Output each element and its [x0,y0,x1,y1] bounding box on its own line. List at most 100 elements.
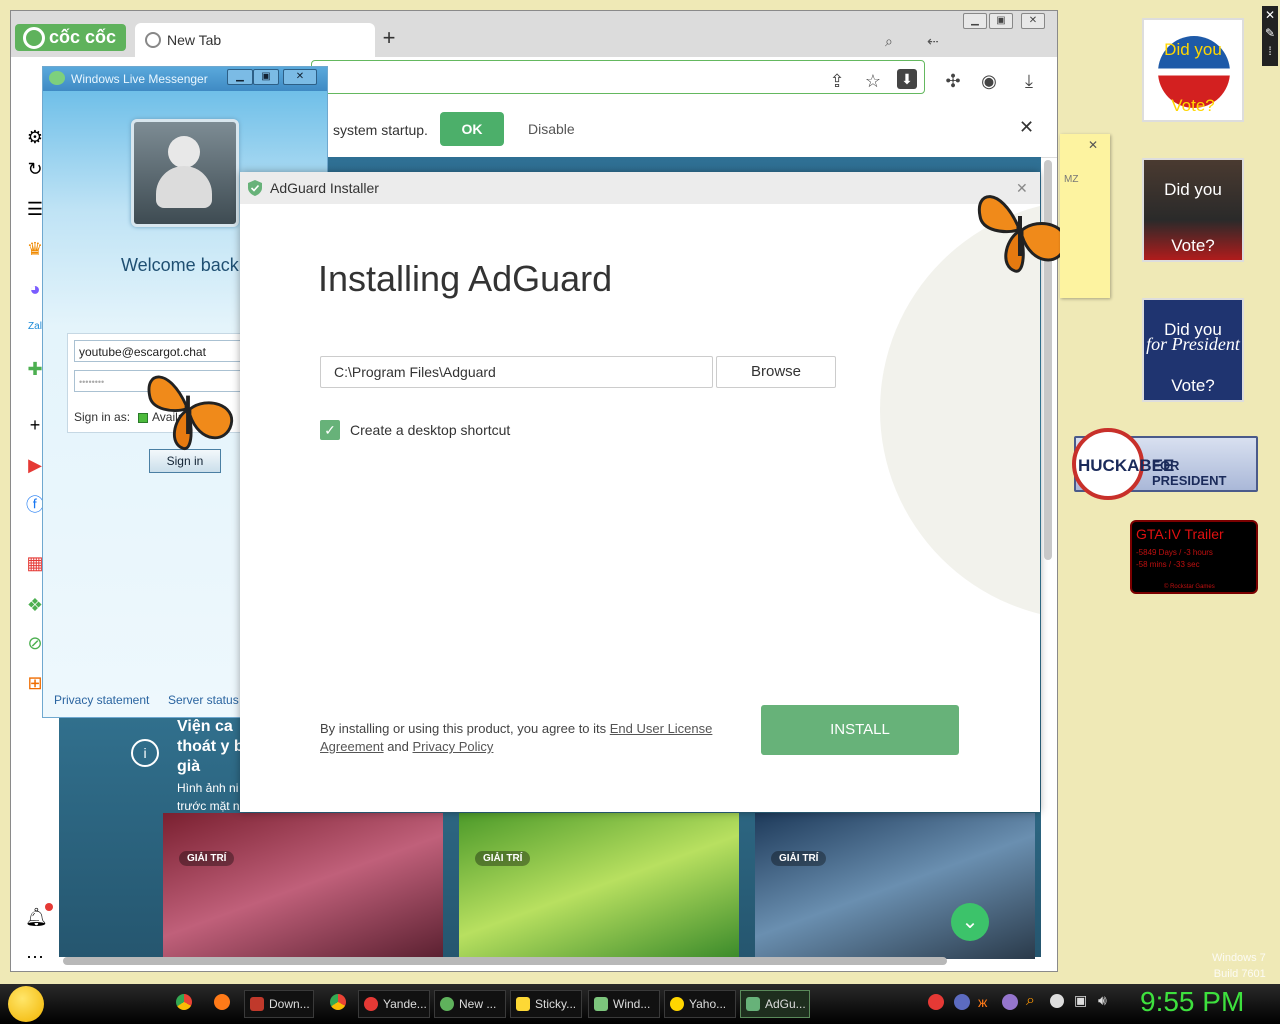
desktop-shortcut-label: Create a desktop shortcut [350,422,511,438]
tray-yandex-icon[interactable] [928,994,944,1010]
tray-search-icon[interactable] [954,994,970,1010]
info-icon[interactable]: i [131,739,159,767]
messenger-maximize-button[interactable]: ▣ [253,69,279,85]
gadget-settings-icon[interactable]: ✎ [1262,24,1278,42]
coccoc-logo-icon [23,27,45,49]
vote-gadget-2[interactable]: Did you Vote? [1142,158,1244,262]
taskbar-label: Wind... [613,997,651,1011]
scroll-down-chevron-icon[interactable]: ⌄ [951,903,989,941]
taskbar-item-adguard[interactable]: AdGu... [740,990,810,1018]
desktop-shortcut-checkbox[interactable]: ✓ [320,420,340,440]
messenger-titlebar[interactable]: Windows Live Messenger ▁ ▣ ✕ [43,67,327,91]
minimize-button[interactable]: ▁ [963,13,987,29]
vote-gadget-1[interactable]: Did you Vote? [1142,18,1244,122]
user-head-icon [168,136,200,168]
news-card[interactable]: GIẢI TRÍ [163,813,443,959]
install-path-input[interactable]: C:\Program Files\Adguard [320,356,713,388]
news-line-2: thoát y b [177,738,244,755]
sticky-note[interactable]: MZ ✕ [1060,134,1110,298]
sticky-note-text: MZ [1064,174,1079,185]
avatar[interactable] [131,119,239,227]
firefox-icon[interactable] [214,994,230,1010]
gadget-drag-handle-icon[interactable]: ⁞ [1262,42,1278,60]
messenger-buddies-icon [594,997,608,1011]
tab-strip: cốc cốc New Tab + ▁ ▣ ✕ ⌕ ⇠ [11,11,1057,57]
tab-search-icon[interactable]: ⌕ [885,33,893,50]
more-icon[interactable]: ⋯ [25,947,45,967]
close-button[interactable]: ✕ [1021,13,1045,29]
messenger-buddy-icon [49,71,65,85]
profile-icon[interactable]: ◉ [977,71,1001,92]
windows-watermark: Windows 7 Build 7601 [1212,950,1266,982]
server-status-link[interactable]: Server status [168,693,239,707]
taskbar-label: Yande... [383,997,427,1011]
tray-app-icon[interactable] [1002,994,1018,1010]
tray-network-icon[interactable] [1050,994,1064,1008]
taskbar-item-yandex[interactable]: Yande... [358,990,430,1018]
tab-new-tab[interactable]: New Tab [135,23,375,57]
tray-display-icon[interactable]: ▣ [1074,992,1087,1009]
gta-title: GTA:IV Trailer [1136,526,1224,542]
maximize-button[interactable]: ▣ [989,13,1013,29]
downloads-icon[interactable]: ⤓ [1017,71,1041,92]
taskbar-item-downloads[interactable]: Down... [244,990,314,1018]
browse-button[interactable]: Browse [716,356,836,388]
vote-gadget-2-bottom: Vote? [1171,236,1215,255]
gadget-toolbar[interactable]: ✕ ✎ ⁞ [1262,6,1278,66]
adguard-installer-window: AdGuard Installer ✕ Installing AdGuard C… [240,172,1040,812]
taskbar-label: Down... [269,997,310,1011]
gta-footer: © Rockstar Games [1164,584,1215,590]
infobar-close-icon[interactable]: ✕ [1019,117,1034,138]
butterfly-icon [147,375,234,450]
tray-volume-icon[interactable]: 🔊︎ [1098,992,1107,1009]
gta-countdown-gadget[interactable]: GTA:IV Trailer -5849 Days / -3 hours -58… [1130,520,1258,594]
card-category-tag: GIẢI TRÍ [475,851,531,866]
messenger-close-button[interactable]: ✕ [283,69,317,85]
welcome-text: Welcome back [121,255,239,275]
news-headline[interactable]: Viện ca thoát y b già [177,717,244,777]
tray-magnifier-icon[interactable]: ⌕ [1026,992,1035,1010]
news-line-1: Viện ca [177,718,233,735]
tab-title: New Tab [167,32,222,48]
privacy-policy-link[interactable]: Privacy Policy [413,739,494,754]
sticky-close-icon[interactable]: ✕ [1088,138,1098,152]
email-field[interactable]: youtube@escargot.chat [74,340,242,362]
horizontal-scrollbar[interactable] [63,957,947,965]
taskbar-item-sticky[interactable]: Sticky... [510,990,582,1018]
taskbar-item-newtab[interactable]: New ... [434,990,506,1018]
chrome-icon[interactable] [330,994,346,1010]
infobar-disable-button[interactable]: Disable [528,121,575,137]
adguard-shield-icon [248,180,262,196]
news-card[interactable]: GIẢI TRÍ [459,813,739,959]
start-button-smiley-icon[interactable] [8,986,44,1022]
vote-gadget-2-top: Did you [1164,180,1222,199]
sticky-notes-icon [516,997,530,1011]
new-tab-button[interactable]: + [379,25,399,51]
tray-butterfly-icon[interactable]: ж [978,994,987,1010]
huckabee-gadget[interactable]: HUCKABEE FOR PRESIDENT [1072,428,1258,500]
extensions-icon[interactable]: ✣ [941,71,965,92]
vote-gadget-3[interactable]: Did you for President Vote? [1142,298,1244,402]
watermark-line-2: Build 7601 [1213,968,1266,980]
taskbar-item-windows-live[interactable]: Wind... [588,990,660,1018]
privacy-statement-link[interactable]: Privacy statement [54,693,149,707]
news-summary: Hình ảnh ni trước mặt n [177,779,240,815]
taskbar-clock[interactable]: 9:55 PM [1140,986,1244,1018]
adguard-titlebar[interactable]: AdGuard Installer ✕ [240,172,1040,204]
notification-bell-icon[interactable]: 🔔︎ [25,907,48,927]
taskbar-label: Sticky... [535,997,577,1011]
install-button[interactable]: INSTALL [761,705,959,755]
gadget-close-icon[interactable]: ✕ [1262,6,1278,24]
bookmark-star-icon[interactable]: ☆ [861,71,885,92]
infobar-ok-button[interactable]: OK [440,112,504,146]
news-card[interactable]: GIẢI TRÍ ⌄ [755,813,1035,959]
share-icon[interactable]: ⇪ [825,71,849,92]
back-arrow-icon[interactable]: ⇠ [927,33,939,50]
coccoc-logo-button[interactable]: cốc cốc [15,24,126,51]
chrome-icon[interactable] [176,994,192,1010]
download-page-icon[interactable]: ⬇ [897,69,917,89]
taskbar-item-yahoo[interactable]: Yaho... [664,990,736,1018]
vote-gadget-3-mid: for President [1146,334,1240,354]
downloads-app-icon [250,997,264,1011]
messenger-minimize-button[interactable]: ▁ [227,69,253,85]
